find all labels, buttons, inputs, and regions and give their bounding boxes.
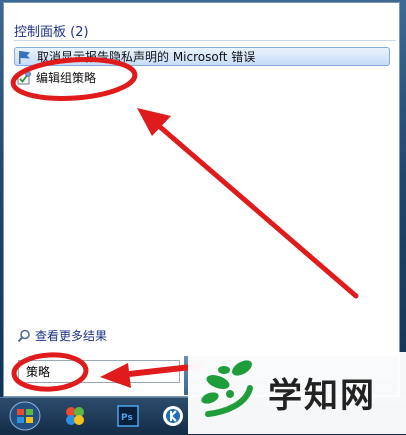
start-search-input[interactable]: 策略 [18, 360, 180, 383]
group-policy-icon [17, 70, 31, 84]
search-input-value: 策略 [26, 365, 51, 379]
search-icon [17, 329, 30, 342]
result-label: 取消显示报告隐私声明的 Microsoft 错误 [37, 50, 256, 64]
search-result-group-policy[interactable]: 编辑组策略 [14, 68, 390, 87]
colorful-app-icon[interactable] [64, 405, 86, 427]
search-result-privacy-report[interactable]: 取消显示报告隐私声明的 Microsoft 错误 [14, 47, 390, 66]
svg-text:Ps: Ps [121, 413, 133, 423]
section-divider [14, 40, 396, 41]
see-more-results-link[interactable]: 查看更多结果 [17, 327, 107, 344]
watermark-text: 学知网 [268, 376, 376, 416]
round-app-icon[interactable] [162, 405, 184, 427]
watermark-logo-icon [201, 360, 253, 417]
photoshop-icon[interactable]: Ps [117, 405, 139, 427]
section-title: 控制面板 (2) [14, 25, 89, 40]
windows-start-orb[interactable] [8, 401, 42, 431]
see-more-label: 查看更多结果 [35, 329, 108, 343]
flag-icon [19, 50, 30, 64]
result-label: 编辑组策略 [36, 71, 97, 85]
